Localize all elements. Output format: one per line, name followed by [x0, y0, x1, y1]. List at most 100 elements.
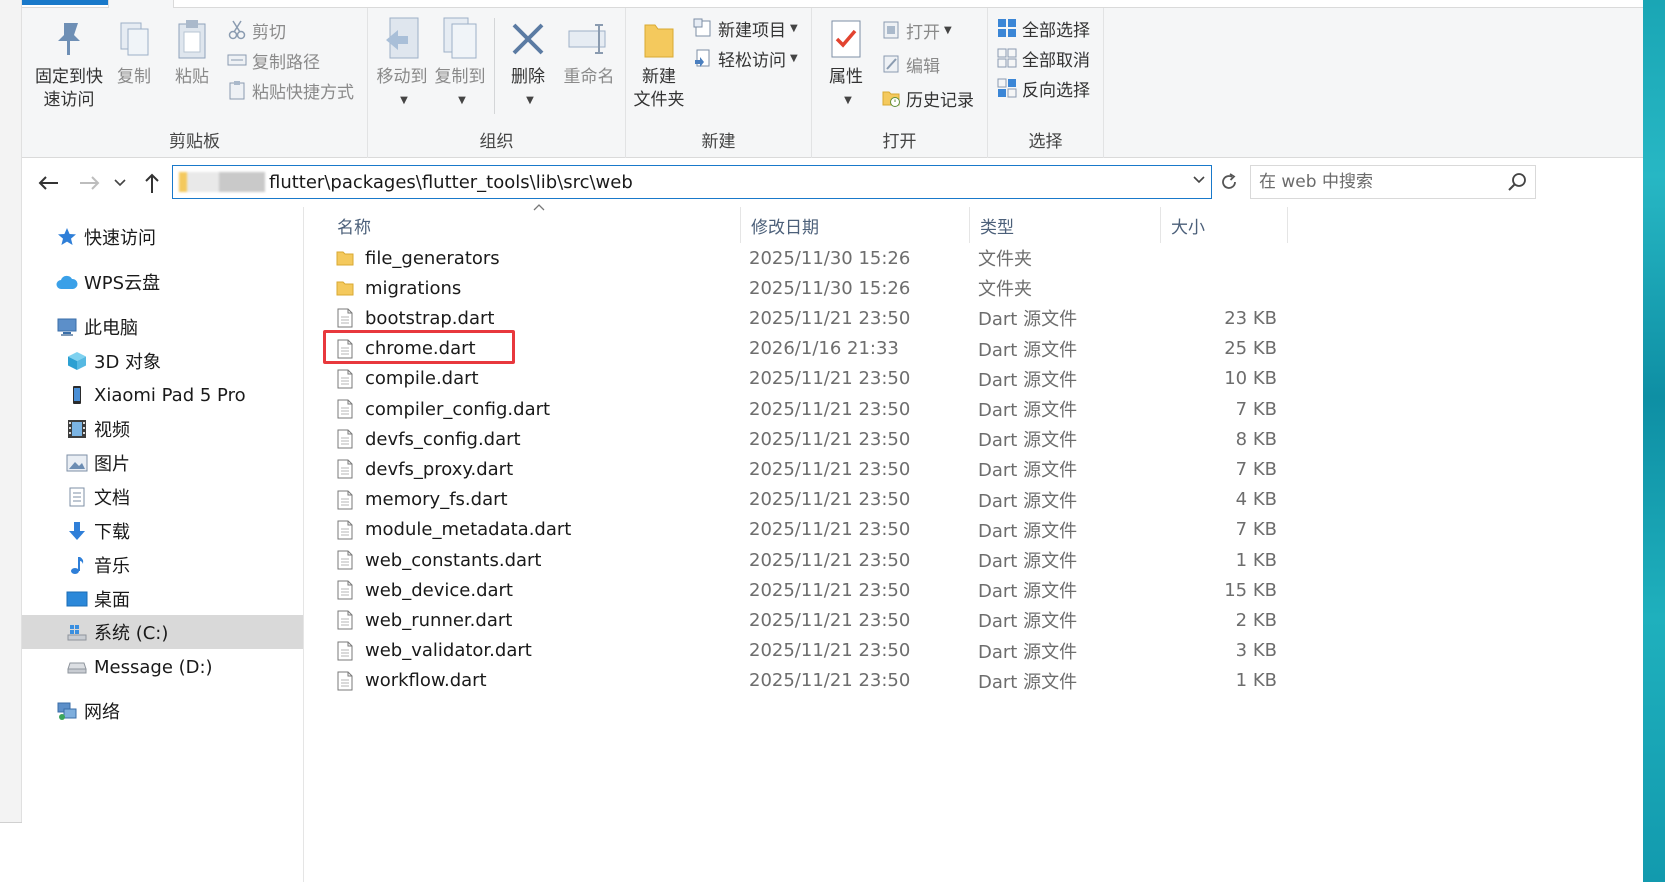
dart-file-icon: [335, 398, 355, 420]
open-button[interactable]: 打开 ▼: [880, 16, 952, 44]
file-row[interactable]: migrations 2025/11/30 15:26 文件夹: [327, 273, 1277, 303]
nav-wps-cloud-label: WPS云盘: [84, 273, 161, 294]
move-to-icon: [380, 14, 424, 64]
copy-button[interactable]: 复制: [110, 14, 158, 89]
dart-file-icon: [335, 519, 355, 541]
column-header-date[interactable]: 修改日期: [741, 207, 970, 243]
nav-documents[interactable]: 文档: [66, 481, 130, 513]
nav-desktop-label: 桌面: [94, 590, 130, 611]
easy-access-icon: [692, 47, 714, 69]
delete-x-icon: [506, 14, 550, 64]
up-button[interactable]: [140, 171, 164, 195]
forward-button[interactable]: [78, 171, 102, 195]
file-type: Dart 源文件: [978, 430, 1078, 452]
file-row[interactable]: module_metadata.dart 2025/11/21 23:50 Da…: [327, 515, 1277, 545]
copy-path-button[interactable]: 复制路径: [226, 46, 320, 74]
delete-dropdown-icon: ▼: [526, 95, 534, 106]
pin-quick-access-button[interactable]: 固定到快 速访问: [32, 14, 106, 112]
nav-3d-objects[interactable]: 3D 对象: [66, 345, 161, 377]
nav-this-pc-label: 此电脑: [84, 318, 138, 339]
nav-message-d[interactable]: Message (D:): [66, 651, 213, 683]
file-row[interactable]: web_constants.dart 2025/11/21 23:50 Dart…: [327, 545, 1277, 575]
select-none-button[interactable]: 全部取消: [996, 44, 1090, 72]
file-name: web_device.dart: [365, 579, 513, 601]
file-row[interactable]: chrome.dart 2026/1/16 21:33 Dart 源文件 25 …: [327, 334, 1277, 364]
file-name: devfs_config.dart: [365, 428, 521, 450]
nav-downloads[interactable]: 下载: [66, 515, 130, 547]
column-header-type[interactable]: 类型: [970, 207, 1161, 243]
file-size: 4 KB: [1235, 489, 1277, 511]
file-name: web_constants.dart: [365, 549, 542, 571]
ribbon-tab-strip: [22, 0, 1643, 8]
invert-selection-icon: [996, 77, 1018, 99]
nav-system-c[interactable]: 系统 (C:): [22, 615, 303, 649]
nav-wps-cloud[interactable]: WPS云盘: [56, 266, 160, 298]
nav-xiaomi-pad[interactable]: Xiaomi Pad 5 Pro: [66, 379, 246, 411]
file-modified-date: 2025/11/21 23:50: [749, 428, 911, 450]
back-button[interactable]: [36, 171, 60, 195]
nav-quick-access[interactable]: 快速访问: [56, 221, 156, 253]
file-row[interactable]: workflow.dart 2025/11/21 23:50 Dart 源文件 …: [327, 666, 1277, 696]
tablet-device-icon: [66, 384, 88, 406]
edit-button[interactable]: 编辑: [880, 50, 940, 78]
cut-label: 剪切: [252, 22, 286, 43]
open-icon: [880, 19, 902, 41]
file-type: Dart 源文件: [978, 520, 1078, 542]
file-row[interactable]: web_runner.dart 2025/11/21 23:50 Dart 源文…: [327, 605, 1277, 635]
refresh-icon: [1222, 173, 1236, 189]
file-tab[interactable]: [22, 0, 108, 5]
copy-to-button[interactable]: 复制到 ▼: [432, 14, 488, 112]
home-tab[interactable]: [108, 0, 174, 8]
file-row[interactable]: memory_fs.dart 2025/11/21 23:50 Dart 源文件…: [327, 485, 1277, 515]
dart-file-icon: [335, 307, 355, 329]
search-icon[interactable]: [1507, 172, 1527, 196]
file-row[interactable]: devfs_config.dart 2025/11/21 23:50 Dart …: [327, 424, 1277, 454]
invert-selection-button[interactable]: 反向选择: [996, 74, 1090, 102]
file-row[interactable]: web_validator.dart 2025/11/21 23:50 Dart…: [327, 636, 1277, 666]
delete-button[interactable]: 删除 ▼: [504, 14, 552, 112]
file-size: 7 KB: [1235, 458, 1277, 480]
new-item-button[interactable]: 新建项目 ▼: [692, 14, 798, 42]
file-modified-date: 2025/11/21 23:50: [749, 579, 911, 601]
history-icon: [880, 87, 902, 109]
file-row[interactable]: devfs_proxy.dart 2025/11/21 23:50 Dart 源…: [327, 454, 1277, 484]
nav-music[interactable]: 音乐: [66, 549, 130, 581]
clipboard-group-label: 剪贴板: [169, 132, 220, 152]
select-all-button[interactable]: 全部选择: [996, 14, 1090, 42]
search-input[interactable]: [1259, 172, 1499, 192]
history-button[interactable]: 历史记录: [880, 84, 974, 112]
new-group-label: 新建: [701, 132, 736, 152]
new-folder-button[interactable]: 新建 文件夹: [630, 14, 688, 112]
refresh-button[interactable]: [1216, 169, 1242, 195]
cut-button[interactable]: 剪切: [226, 16, 286, 44]
file-row[interactable]: compiler_config.dart 2025/11/21 23:50 Da…: [327, 394, 1277, 424]
address-dropdown-icon[interactable]: [1193, 172, 1205, 188]
easy-access-button[interactable]: 轻松访问 ▼: [692, 44, 798, 72]
file-row[interactable]: file_generators 2025/11/30 15:26 文件夹: [327, 243, 1277, 273]
address-bar[interactable]: flutter\packages\flutter_tools\lib\src\w…: [172, 165, 1212, 199]
move-to-button[interactable]: 移动到 ▼: [374, 14, 430, 112]
nav-network[interactable]: 网络: [56, 695, 120, 727]
properties-button[interactable]: 属性 ▼: [822, 14, 870, 112]
nav-desktop[interactable]: 桌面: [66, 583, 130, 615]
nav-pictures[interactable]: 图片: [66, 447, 130, 479]
column-header-name[interactable]: 名称: [327, 204, 741, 243]
column-type-label: 类型: [980, 217, 1014, 238]
file-type: Dart 源文件: [978, 490, 1078, 512]
file-row[interactable]: web_device.dart 2025/11/21 23:50 Dart 源文…: [327, 575, 1277, 605]
paste-shortcut-button[interactable]: 粘贴快捷方式: [226, 76, 354, 104]
column-header-size[interactable]: 大小: [1161, 207, 1288, 243]
file-row[interactable]: compile.dart 2025/11/21 23:50 Dart 源文件 1…: [327, 364, 1277, 394]
search-box[interactable]: [1250, 165, 1536, 199]
properties-dropdown-icon: ▼: [844, 95, 852, 106]
file-size: 1 KB: [1235, 670, 1277, 692]
file-row[interactable]: bootstrap.dart 2025/11/21 23:50 Dart 源文件…: [327, 303, 1277, 333]
nav-videos[interactable]: 视频: [66, 413, 130, 445]
network-icon: [56, 700, 78, 722]
nav-this-pc[interactable]: 此电脑: [56, 311, 138, 343]
rename-button[interactable]: 重命名: [558, 14, 620, 89]
file-name: compile.dart: [365, 368, 479, 390]
open-dropdown-icon: ▼: [944, 24, 952, 36]
recent-locations-button[interactable]: [112, 171, 128, 195]
paste-button[interactable]: 粘贴: [168, 14, 216, 89]
